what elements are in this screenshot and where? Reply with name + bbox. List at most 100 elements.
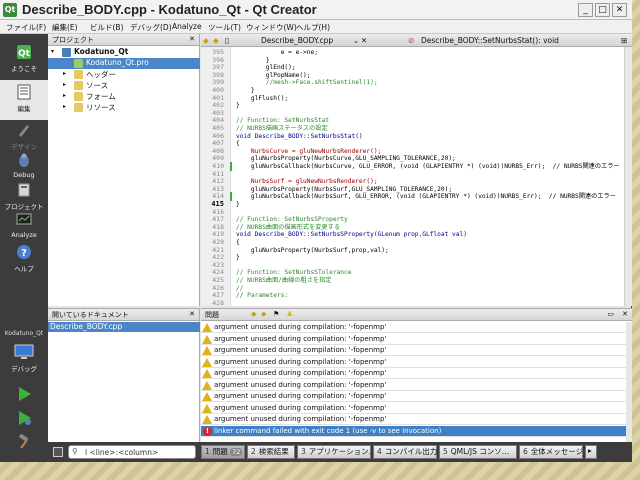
menu-edit[interactable]: 編集(E) — [52, 22, 78, 33]
mode-analyze-label: Analyze — [11, 231, 37, 239]
issue-row-warning[interactable]: argument unused during compilation: '-fo… — [201, 414, 626, 425]
issue-row-warning[interactable]: argument unused during compilation: '-fo… — [201, 380, 626, 391]
menu-window[interactable]: ウィンドウ(W) — [246, 22, 297, 33]
pane-label: QML/JS コンソ… — [450, 447, 510, 456]
window-title: Describe_BODY.cpp - Kodatuno_Qt - Qt Cre… — [22, 2, 317, 17]
issues-scrollbar[interactable] — [626, 322, 632, 443]
debug-run-button[interactable] — [0, 406, 48, 430]
tree-item-headers[interactable]: ▸ ヘッダー — [48, 69, 200, 80]
issue-row-warning[interactable]: argument unused during compilation: '-fo… — [201, 368, 626, 379]
issue-text: argument unused during compilation: '-fo… — [214, 369, 387, 377]
pane-button-issues[interactable]: 1 問題 72 — [201, 445, 245, 459]
mode-edit[interactable]: 編集 — [0, 80, 48, 120]
folder-icon — [74, 70, 83, 79]
issue-row-warning[interactable]: argument unused during compilation: '-fo… — [201, 403, 626, 414]
tree-item-label: Kodatuno_Qt — [74, 47, 129, 56]
issue-row-error[interactable]: ! linker command failed with exit code 1 … — [201, 425, 626, 437]
pane-button-compile-output[interactable]: 4 コンパイル出力 — [373, 445, 437, 459]
code-line: void Describe_BODY::SetNurbsStat() — [236, 132, 363, 140]
run-button[interactable] — [0, 382, 48, 406]
back-arrow-icon[interactable]: ◆ — [203, 36, 209, 45]
pane-button-qml-console[interactable]: 5 QML/JS コンソ… — [439, 445, 517, 459]
build-button[interactable] — [0, 430, 48, 454]
output-pane-bar: ⚲ l <line>:<column> 1 問題 72 2 検索結果 3 アプリケーシ… — [48, 442, 632, 462]
pane-button-general-messages[interactable]: 6 全体メッセージ — [519, 445, 583, 459]
chevron-right-icon[interactable]: ▸ — [63, 81, 66, 88]
menu-analyze[interactable]: Analyze — [172, 22, 202, 31]
split-icon[interactable]: ⊞ — [621, 36, 627, 45]
issues-panel: 問題 ◆ ◆ ⚑ ▲ ▭ ✕ argument unused during co… — [201, 308, 632, 443]
editor-toolbar: ◆ ◆ ▯ Describe_BODY.cpp ⌄ ✕ ⊘ Describe_B… — [201, 34, 632, 47]
issue-text: argument unused during compilation: '-fo… — [214, 346, 387, 354]
pane-button-search[interactable]: 2 検索結果 — [247, 445, 295, 459]
project-panel-header: プロジェクト ✕ — [48, 34, 199, 46]
issue-text: argument unused during compilation: '-fo… — [214, 357, 387, 366]
qt-app-icon: Qt — [3, 3, 17, 17]
doc-dropdown-icon[interactable]: ▯ — [225, 36, 229, 45]
issue-count-badge: 72 — [230, 448, 243, 456]
issue-row-warning[interactable]: argument unused during compilation: '-fo… — [201, 334, 626, 345]
chevron-right-icon[interactable]: ▸ — [63, 92, 66, 99]
debug-bug-icon — [19, 153, 29, 167]
open-document-item[interactable]: Describe_BODY.cpp — [48, 322, 200, 332]
maximize-panel-icon[interactable]: ▭ — [607, 310, 614, 318]
pane-number: 1 — [205, 447, 210, 456]
menu-file[interactable]: ファイル(F) — [6, 22, 46, 33]
maximize-button[interactable]: □ — [595, 3, 610, 17]
tree-item-resources[interactable]: ▸ リソース — [48, 102, 200, 113]
chevron-down-icon[interactable]: ▾ — [51, 48, 54, 55]
warning-icon — [202, 346, 212, 355]
line-number-gutter: 395 396 397 398 399 400 401 402 403 404 405 406 407 4… — [201, 47, 231, 307]
menu-build[interactable]: ビルド(B) — [90, 22, 124, 33]
file-tab[interactable]: Describe_BODY.cpp — [261, 36, 333, 45]
issue-row-warning[interactable]: argument unused during compilation: '-fo… — [201, 322, 626, 333]
sidebar-toggle-button[interactable] — [53, 447, 63, 457]
issue-row-warning[interactable]: argument unused during compilation: '-fo… — [201, 391, 626, 402]
code-line: // Parameters: — [236, 292, 289, 300]
kit-selector[interactable]: デバッグ — [0, 340, 48, 380]
pro-file-icon — [74, 59, 83, 68]
code-area[interactable]: e = e->ne; } glEnd(); glPopName(); //mes… — [232, 47, 632, 306]
pane-number: 2 — [251, 447, 256, 456]
prev-issue-icon[interactable]: ◆ — [251, 310, 256, 318]
project-panel: プロジェクト ✕ ▾ Kodatuno_Qt Kodatuno_Qt.pro ▸… — [48, 34, 200, 306]
tree-item-sources[interactable]: ▸ ソース — [48, 80, 200, 91]
issue-text: argument unused during compilation: '-fo… — [214, 403, 387, 412]
analyze-monitor-icon — [16, 213, 32, 225]
warning-filter-icon[interactable]: ▲ — [287, 309, 292, 317]
project-panel-title: プロジェクト — [52, 36, 94, 44]
file-dropdown-chevron-icon[interactable]: ⌄ — [353, 36, 359, 45]
mode-welcome[interactable]: Qt ようこそ — [0, 40, 48, 80]
more-panes-arrow-icon[interactable]: ▸ — [585, 445, 597, 459]
close-panel-icon[interactable]: ✕ — [622, 310, 628, 318]
pane-button-app-output[interactable]: 3 アプリケーション… — [297, 445, 371, 459]
modified-line-marker — [230, 162, 232, 171]
chevron-right-icon[interactable]: ▸ — [63, 103, 66, 110]
close-panel-icon[interactable]: ✕ — [189, 35, 195, 43]
issue-row-warning[interactable]: argument unused during compilation: '-fo… — [201, 345, 626, 356]
close-panel-icon[interactable]: ✕ — [189, 310, 195, 318]
menu-tools[interactable]: ツール(T) — [208, 22, 241, 33]
minimize-button[interactable]: _ — [578, 3, 593, 17]
next-issue-icon[interactable]: ◆ — [261, 310, 266, 318]
menu-debug[interactable]: デバッグ(D) — [130, 22, 172, 33]
close-button[interactable]: ✕ — [612, 3, 627, 17]
forward-arrow-icon[interactable]: ◆ — [213, 36, 219, 45]
modified-line-marker — [230, 192, 232, 202]
close-file-icon[interactable]: ✕ — [361, 36, 367, 45]
tree-item-pro-file[interactable]: Kodatuno_Qt.pro — [48, 58, 200, 69]
pane-label: 問題 — [212, 447, 228, 456]
chevron-right-icon[interactable]: ▸ — [63, 70, 66, 77]
tree-item-project-root[interactable]: ▾ Kodatuno_Qt — [48, 47, 200, 58]
locator-input[interactable]: ⚲ l <line>:<column> — [68, 445, 196, 459]
tree-item-forms[interactable]: ▸ フォーム — [48, 91, 200, 102]
mode-edit-label: 編集 — [17, 105, 31, 113]
svg-text:Qt: Qt — [18, 49, 31, 59]
mode-help[interactable]: ? ヘルプ — [0, 240, 48, 280]
menu-help[interactable]: ヘルプ(H) — [296, 22, 330, 33]
editor-scrollbar[interactable] — [624, 47, 632, 306]
function-selector[interactable]: Describe_BODY::SetNurbsStat(): void — [421, 36, 559, 45]
error-icon: ! — [203, 426, 212, 436]
issue-row-warning[interactable]: argument unused during compilation: '-fo… — [201, 357, 626, 368]
filter-icon[interactable]: ⚑ — [273, 310, 279, 318]
